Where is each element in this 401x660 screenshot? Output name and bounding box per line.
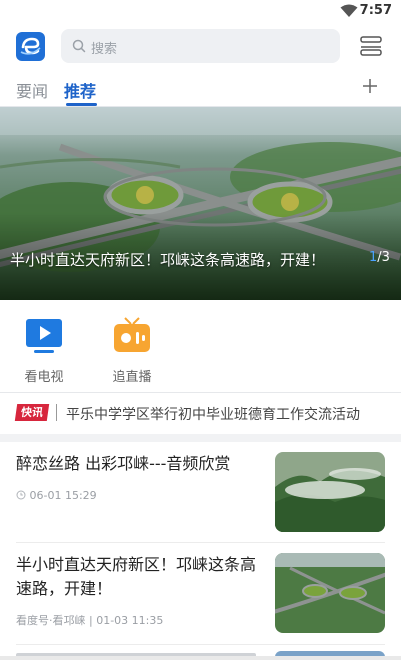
status-time: 7:57: [359, 3, 392, 18]
news-meta-text: 看度号·看邛崃 | 01-03 11:35: [16, 614, 164, 627]
news-title[interactable]: 醉恋丝路 出彩邛崃---音频欣赏: [16, 452, 261, 476]
misty-mountain-photo: [275, 452, 385, 532]
clock-icon: [16, 490, 26, 500]
flash-news-text[interactable]: 平乐中学学区举行初中毕业班德育工作交流活动: [66, 404, 360, 424]
quick-link-live[interactable]: 追直播: [102, 312, 162, 385]
search-placeholder: 搜索: [91, 42, 118, 57]
wifi-icon: [340, 4, 358, 17]
tab-tuijian[interactable]: 推荐: [64, 78, 96, 102]
highway-interchange-photo: [275, 553, 385, 633]
add-channel-icon[interactable]: [362, 78, 378, 94]
quick-links-divider: [0, 392, 401, 393]
news-meta: 06-01 15:29: [16, 489, 97, 502]
search-input[interactable]: 搜索: [61, 29, 340, 63]
tab-yaowen[interactable]: 要闻: [16, 78, 48, 102]
news-title[interactable]: 半小时直达天府新区！邛崃这条高速路，开建！: [16, 553, 261, 601]
status-bar: 7:57: [0, 0, 401, 24]
news-item[interactable]: 醉恋丝路 出彩邛崃---音频欣赏 06-01 15:29: [0, 442, 401, 544]
flash-badge: 快讯: [14, 404, 50, 421]
news-item[interactable]: 半小时直达天府新区！邛崃这条高速路，开建！ 看度号·看邛崃 | 01-03 11…: [0, 543, 401, 643]
section-gap: [0, 434, 401, 442]
channel-tabs: 要闻 推荐: [0, 72, 401, 106]
news-item-partial[interactable]: [0, 645, 401, 656]
quick-link-live-label: 追直播: [112, 370, 152, 385]
app-logo[interactable]: [16, 32, 45, 61]
banner-caption[interactable]: 半小时直达天府新区！邛崃这条高速路，开建！: [10, 249, 350, 270]
highway-interchange-image: [0, 107, 401, 300]
news-meta-text: 06-01 15:29: [29, 489, 97, 502]
system-nav-bar: [0, 656, 401, 660]
menu-icon[interactable]: [360, 36, 382, 56]
quick-link-tv-label: 看电视: [24, 370, 64, 385]
flash-news-bar[interactable]: 快讯 平乐中学学区举行初中毕业班德育工作交流活动: [0, 396, 401, 432]
search-icon: [72, 39, 86, 53]
banner-page-indicator: 1/3: [369, 250, 390, 265]
tv-icon: [26, 319, 62, 353]
flash-divider: [56, 404, 57, 421]
banner-carousel[interactable]: [0, 107, 401, 300]
logo-icon: [20, 37, 41, 55]
quick-link-tv[interactable]: 看电视: [14, 312, 74, 385]
live-radio-icon: [114, 317, 150, 352]
quick-links: 看电视 追直播: [0, 312, 401, 392]
app-header: 搜索: [0, 28, 401, 64]
banner-page-total: /3: [377, 250, 390, 265]
